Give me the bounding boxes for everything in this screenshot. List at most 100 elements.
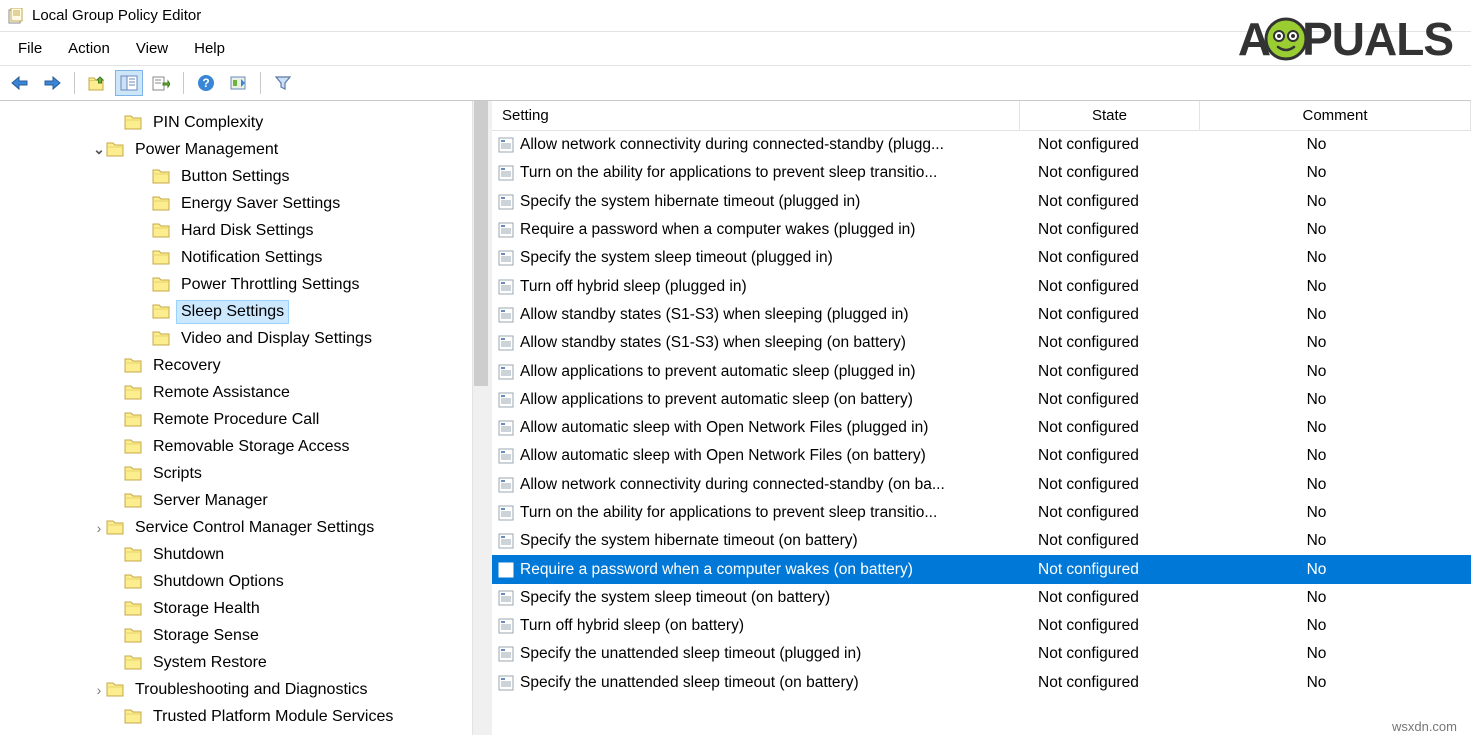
list-row[interactable]: Specify the unattended sleep timeout (on…: [492, 669, 1471, 697]
list-row[interactable]: Turn off hybrid sleep (plugged in)Not co…: [492, 272, 1471, 300]
list-row[interactable]: Specify the system hibernate timeout (pl…: [492, 188, 1471, 216]
menu-file[interactable]: File: [8, 36, 52, 61]
expand-collapse-icon[interactable]: ›: [92, 520, 106, 536]
list-row[interactable]: Specify the system sleep timeout (plugge…: [492, 244, 1471, 272]
tree-view[interactable]: PIN Complexity⌄Power ManagementButton Se…: [0, 101, 489, 735]
cell-setting: Allow automatic sleep with Open Network …: [520, 419, 1030, 437]
tree-item-label: Storage Health: [148, 597, 265, 621]
show-hide-tree-button[interactable]: [115, 70, 143, 96]
list-row[interactable]: Allow automatic sleep with Open Network …: [492, 442, 1471, 470]
tree-item[interactable]: Remote Assistance: [0, 379, 489, 406]
menu-help[interactable]: Help: [184, 36, 235, 61]
cell-setting: Specify the system sleep timeout (on bat…: [520, 589, 1030, 607]
cell-setting: Require a password when a computer wakes…: [520, 221, 1030, 239]
up-button[interactable]: [83, 70, 111, 96]
folder-icon: [152, 250, 170, 265]
tree-item[interactable]: Storage Sense: [0, 622, 489, 649]
cell-comment: No: [1210, 306, 1471, 324]
back-button[interactable]: [6, 70, 34, 96]
cell-comment: No: [1210, 447, 1471, 465]
list-row[interactable]: Require a password when a computer wakes…: [492, 216, 1471, 244]
list-row[interactable]: Turn off hybrid sleep (on battery)Not co…: [492, 612, 1471, 640]
menu-action[interactable]: Action: [58, 36, 120, 61]
tree-item[interactable]: Trusted Platform Module Services: [0, 703, 489, 730]
funnel-icon: [275, 75, 291, 91]
scrollbar-thumb[interactable]: [474, 101, 488, 386]
tree-scrollbar[interactable]: [472, 101, 489, 735]
cell-state: Not configured: [1030, 476, 1210, 494]
list-row[interactable]: Allow automatic sleep with Open Network …: [492, 414, 1471, 442]
tree-item[interactable]: ›Service Control Manager Settings: [0, 514, 489, 541]
tree-item[interactable]: Button Settings: [0, 163, 489, 190]
list-row[interactable]: Allow network connectivity during connec…: [492, 131, 1471, 159]
tree-item[interactable]: Shutdown: [0, 541, 489, 568]
cell-setting: Allow network connectivity during connec…: [520, 136, 1030, 154]
policy-setting-icon: [498, 646, 514, 662]
tree-item[interactable]: Removable Storage Access: [0, 433, 489, 460]
folder-icon: [124, 439, 142, 454]
column-header-state[interactable]: State: [1020, 101, 1200, 130]
menu-view[interactable]: View: [126, 36, 178, 61]
tree-item[interactable]: PIN Complexity: [0, 109, 489, 136]
toolbar-separator: [260, 72, 261, 94]
title-bar: Local Group Policy Editor: [0, 0, 1471, 32]
list-row[interactable]: Specify the system hibernate timeout (on…: [492, 527, 1471, 555]
tree-item-label: Storage Sense: [148, 624, 264, 648]
folder-icon: [124, 466, 142, 481]
column-header-comment[interactable]: Comment: [1200, 101, 1471, 130]
folder-icon: [106, 520, 124, 535]
tree-item[interactable]: Storage Health: [0, 595, 489, 622]
tree-item-label: Recovery: [148, 354, 226, 378]
policy-setting-icon: [498, 618, 514, 634]
list-row[interactable]: Allow standby states (S1-S3) when sleepi…: [492, 301, 1471, 329]
policy-setting-icon: [498, 420, 514, 436]
policy-setting-icon: [498, 165, 514, 181]
list-row[interactable]: Allow applications to prevent automatic …: [492, 386, 1471, 414]
tree-item[interactable]: ›Troubleshooting and Diagnostics: [0, 676, 489, 703]
list-view[interactable]: Allow network connectivity during connec…: [492, 131, 1471, 697]
tree-item[interactable]: Server Manager: [0, 487, 489, 514]
filter-button[interactable]: [269, 70, 297, 96]
column-header-setting[interactable]: Setting: [492, 101, 1020, 130]
list-row[interactable]: Allow applications to prevent automatic …: [492, 357, 1471, 385]
tree-item[interactable]: Scripts: [0, 460, 489, 487]
tree-item[interactable]: System Restore: [0, 649, 489, 676]
tree-item[interactable]: Remote Procedure Call: [0, 406, 489, 433]
folder-icon: [124, 628, 142, 643]
folder-icon: [152, 169, 170, 184]
tree-item[interactable]: Hard Disk Settings: [0, 217, 489, 244]
tree-item[interactable]: Shutdown Options: [0, 568, 489, 595]
tree-item[interactable]: Notification Settings: [0, 244, 489, 271]
list-header: Setting State Comment: [492, 101, 1471, 131]
cell-setting: Allow network connectivity during connec…: [520, 476, 1030, 494]
cell-setting: Specify the system hibernate timeout (on…: [520, 532, 1030, 550]
properties-button[interactable]: [224, 70, 252, 96]
policy-setting-icon: [498, 392, 514, 408]
list-row[interactable]: Turn on the ability for applications to …: [492, 159, 1471, 187]
cell-setting: Allow automatic sleep with Open Network …: [520, 447, 1030, 465]
tree-item-label: Notification Settings: [176, 246, 327, 270]
expand-collapse-icon[interactable]: ⌄: [92, 141, 106, 158]
list-row[interactable]: Specify the system sleep timeout (on bat…: [492, 584, 1471, 612]
folder-icon: [106, 682, 124, 697]
list-row[interactable]: Allow network connectivity during connec…: [492, 471, 1471, 499]
tree-item[interactable]: Energy Saver Settings: [0, 190, 489, 217]
export-button[interactable]: [147, 70, 175, 96]
tree-item[interactable]: Power Throttling Settings: [0, 271, 489, 298]
help-button[interactable]: ?: [192, 70, 220, 96]
policy-setting-icon: [498, 307, 514, 323]
list-row[interactable]: Require a password when a computer wakes…: [492, 555, 1471, 583]
tree-item[interactable]: Recovery: [0, 352, 489, 379]
forward-button[interactable]: [38, 70, 66, 96]
tree-item[interactable]: Video and Display Settings: [0, 325, 489, 352]
list-row[interactable]: Specify the unattended sleep timeout (pl…: [492, 640, 1471, 668]
tree-item-label: Remote Assistance: [148, 381, 295, 405]
list-row[interactable]: Turn on the ability for applications to …: [492, 499, 1471, 527]
cell-comment: No: [1210, 476, 1471, 494]
cell-state: Not configured: [1030, 532, 1210, 550]
expand-collapse-icon[interactable]: ›: [92, 682, 106, 698]
tree-item[interactable]: Sleep Settings: [0, 298, 489, 325]
list-row[interactable]: Allow standby states (S1-S3) when sleepi…: [492, 329, 1471, 357]
tree-item[interactable]: ⌄Power Management: [0, 136, 489, 163]
folder-icon: [124, 493, 142, 508]
